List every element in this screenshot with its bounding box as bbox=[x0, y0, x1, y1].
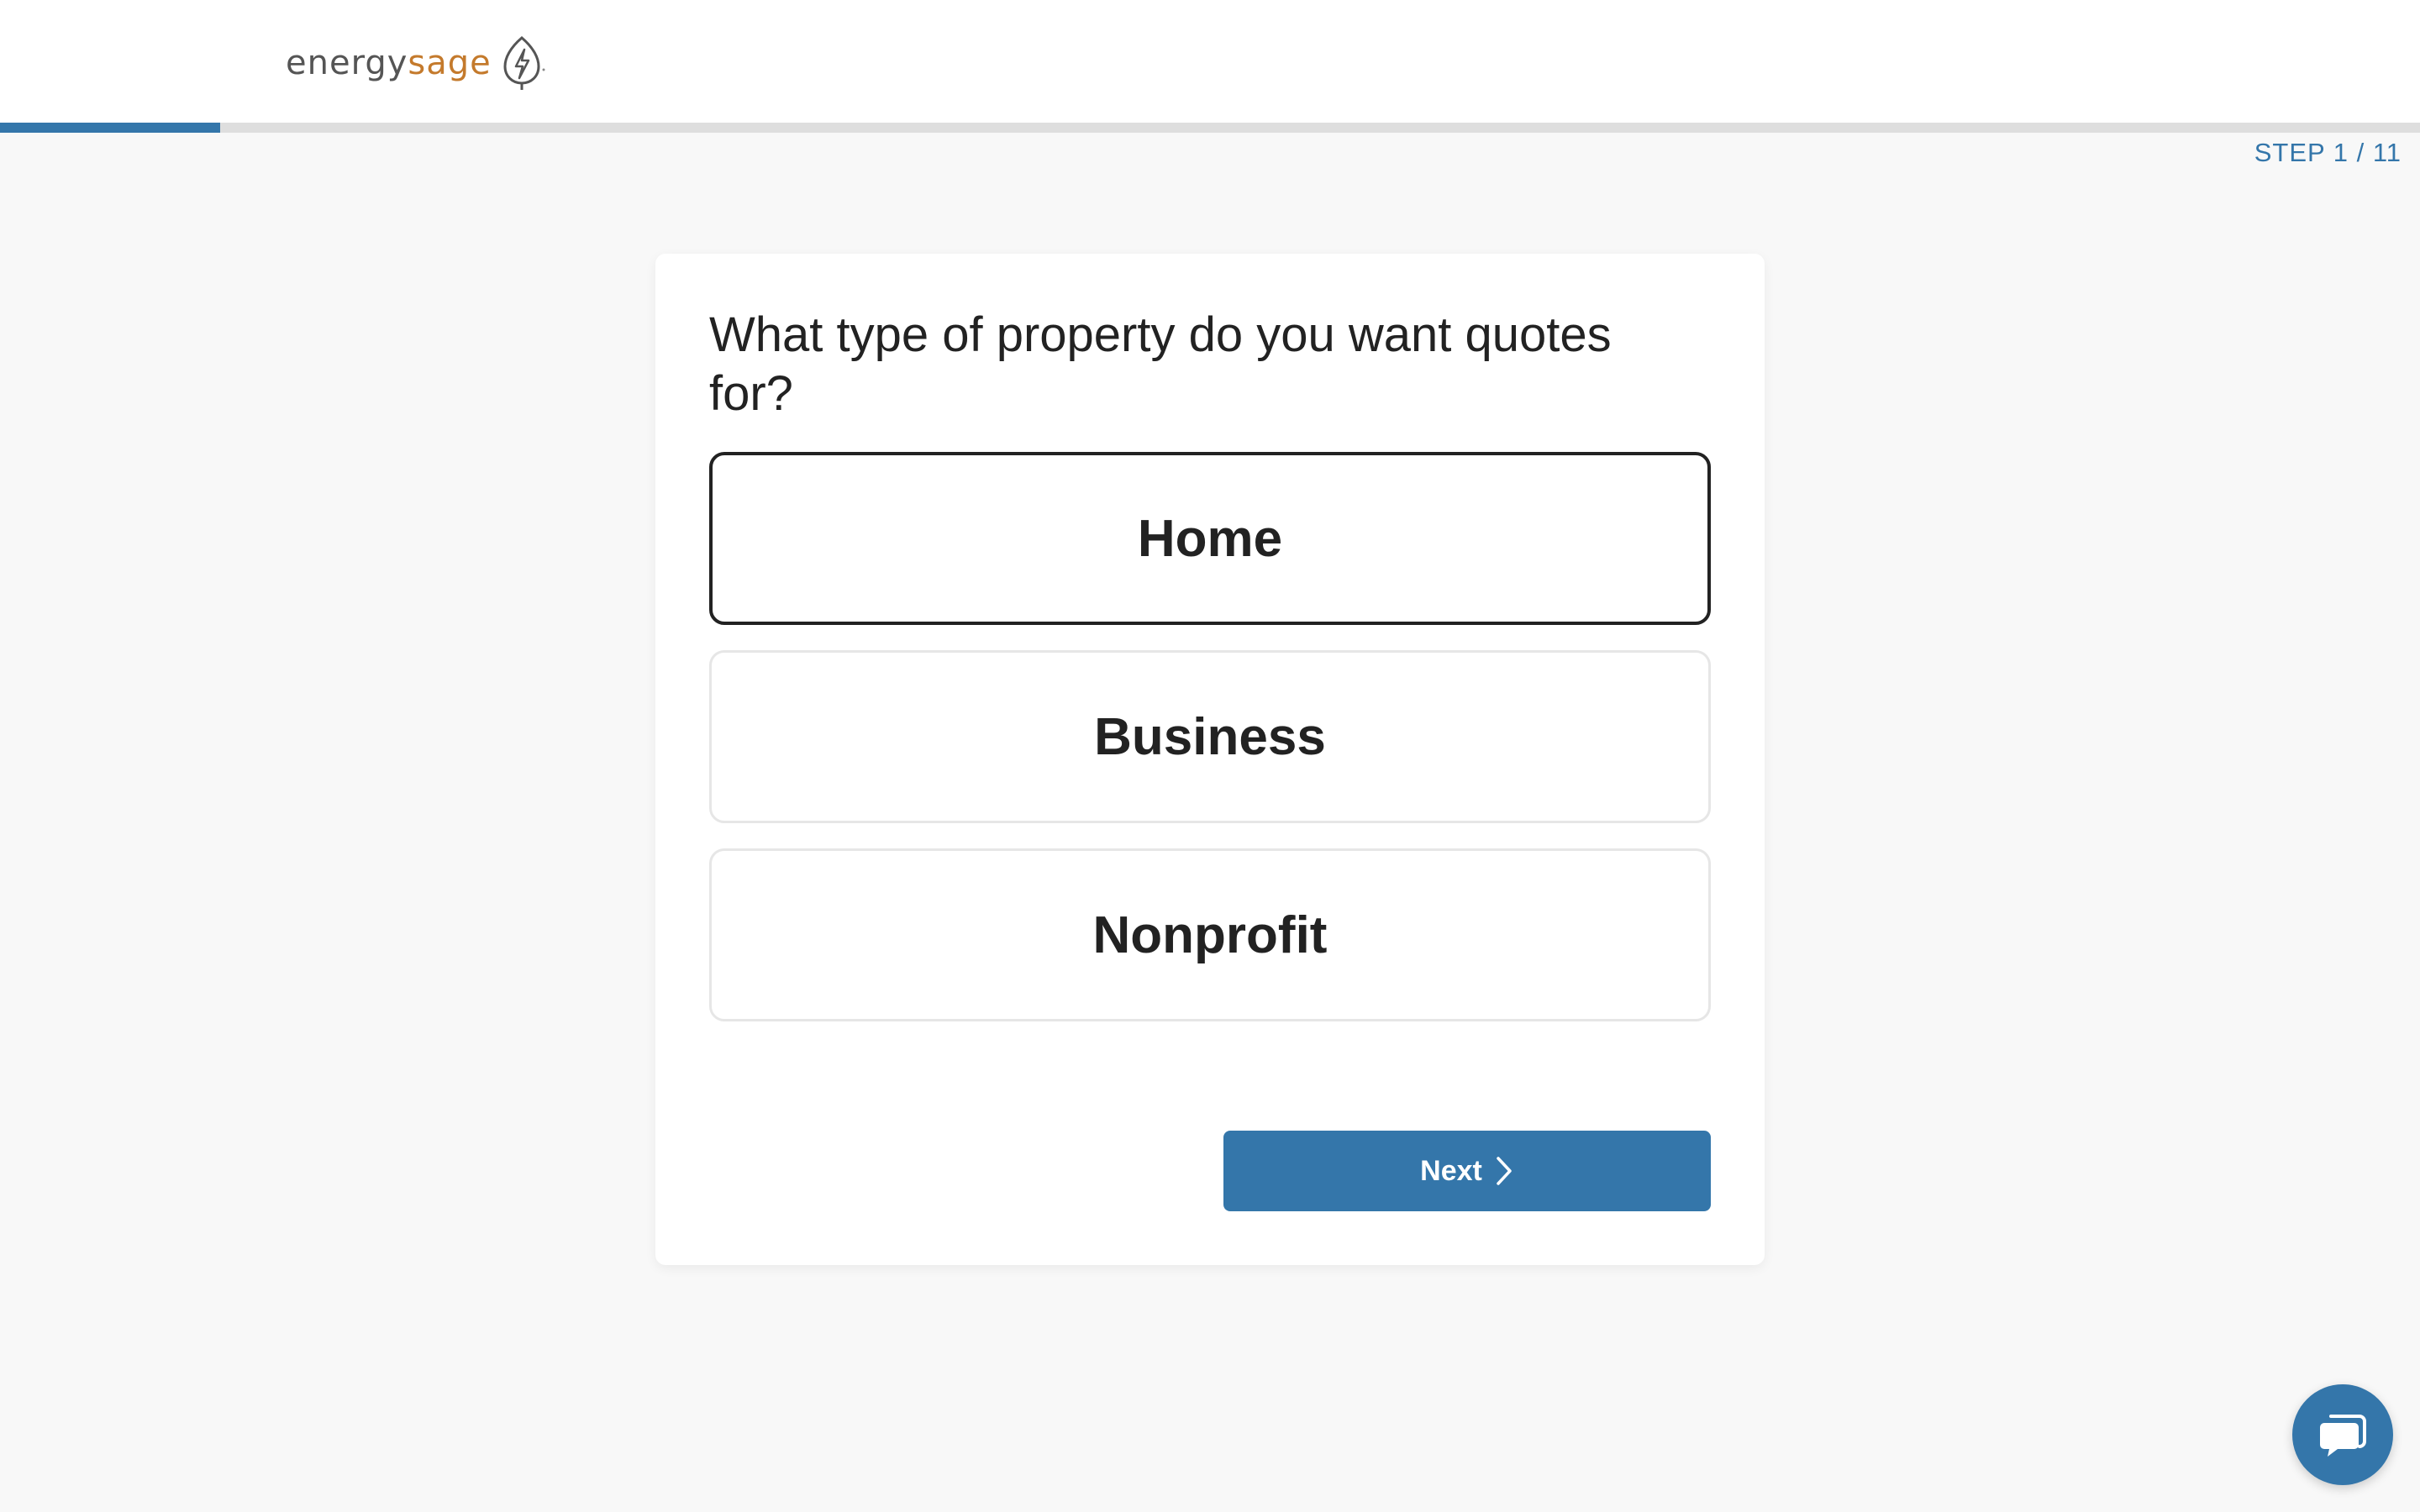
site-header: energy sage bbox=[0, 0, 2420, 123]
logo-text-energy: energy bbox=[286, 44, 408, 82]
question-card: What type of property do you want quotes… bbox=[655, 254, 1765, 1265]
next-button[interactable]: Next bbox=[1223, 1131, 1711, 1211]
option-business[interactable]: Business bbox=[709, 650, 1711, 823]
question-title: What type of property do you want quotes… bbox=[709, 307, 1612, 421]
energysage-logo[interactable]: energy sage bbox=[286, 34, 547, 92]
chat-launcher-button[interactable] bbox=[2292, 1384, 2393, 1485]
progress-bar-fill bbox=[0, 123, 220, 133]
chat-bubble-icon bbox=[2320, 1415, 2366, 1457]
option-label: Business bbox=[1094, 707, 1326, 766]
next-button-label: Next bbox=[1420, 1154, 1482, 1187]
chevron-right-icon bbox=[1497, 1157, 1512, 1185]
option-nonprofit[interactable]: Nonprofit bbox=[709, 848, 1711, 1021]
option-label: Nonprofit bbox=[1092, 906, 1328, 964]
logo-text-sage: sage bbox=[408, 44, 492, 82]
option-label: Home bbox=[1137, 509, 1283, 568]
leaf-bolt-icon bbox=[503, 36, 545, 90]
step-indicator: STEP 1 / 11 bbox=[2254, 138, 2402, 167]
progress-bar bbox=[0, 123, 2420, 133]
option-home[interactable]: Home bbox=[709, 452, 1711, 625]
